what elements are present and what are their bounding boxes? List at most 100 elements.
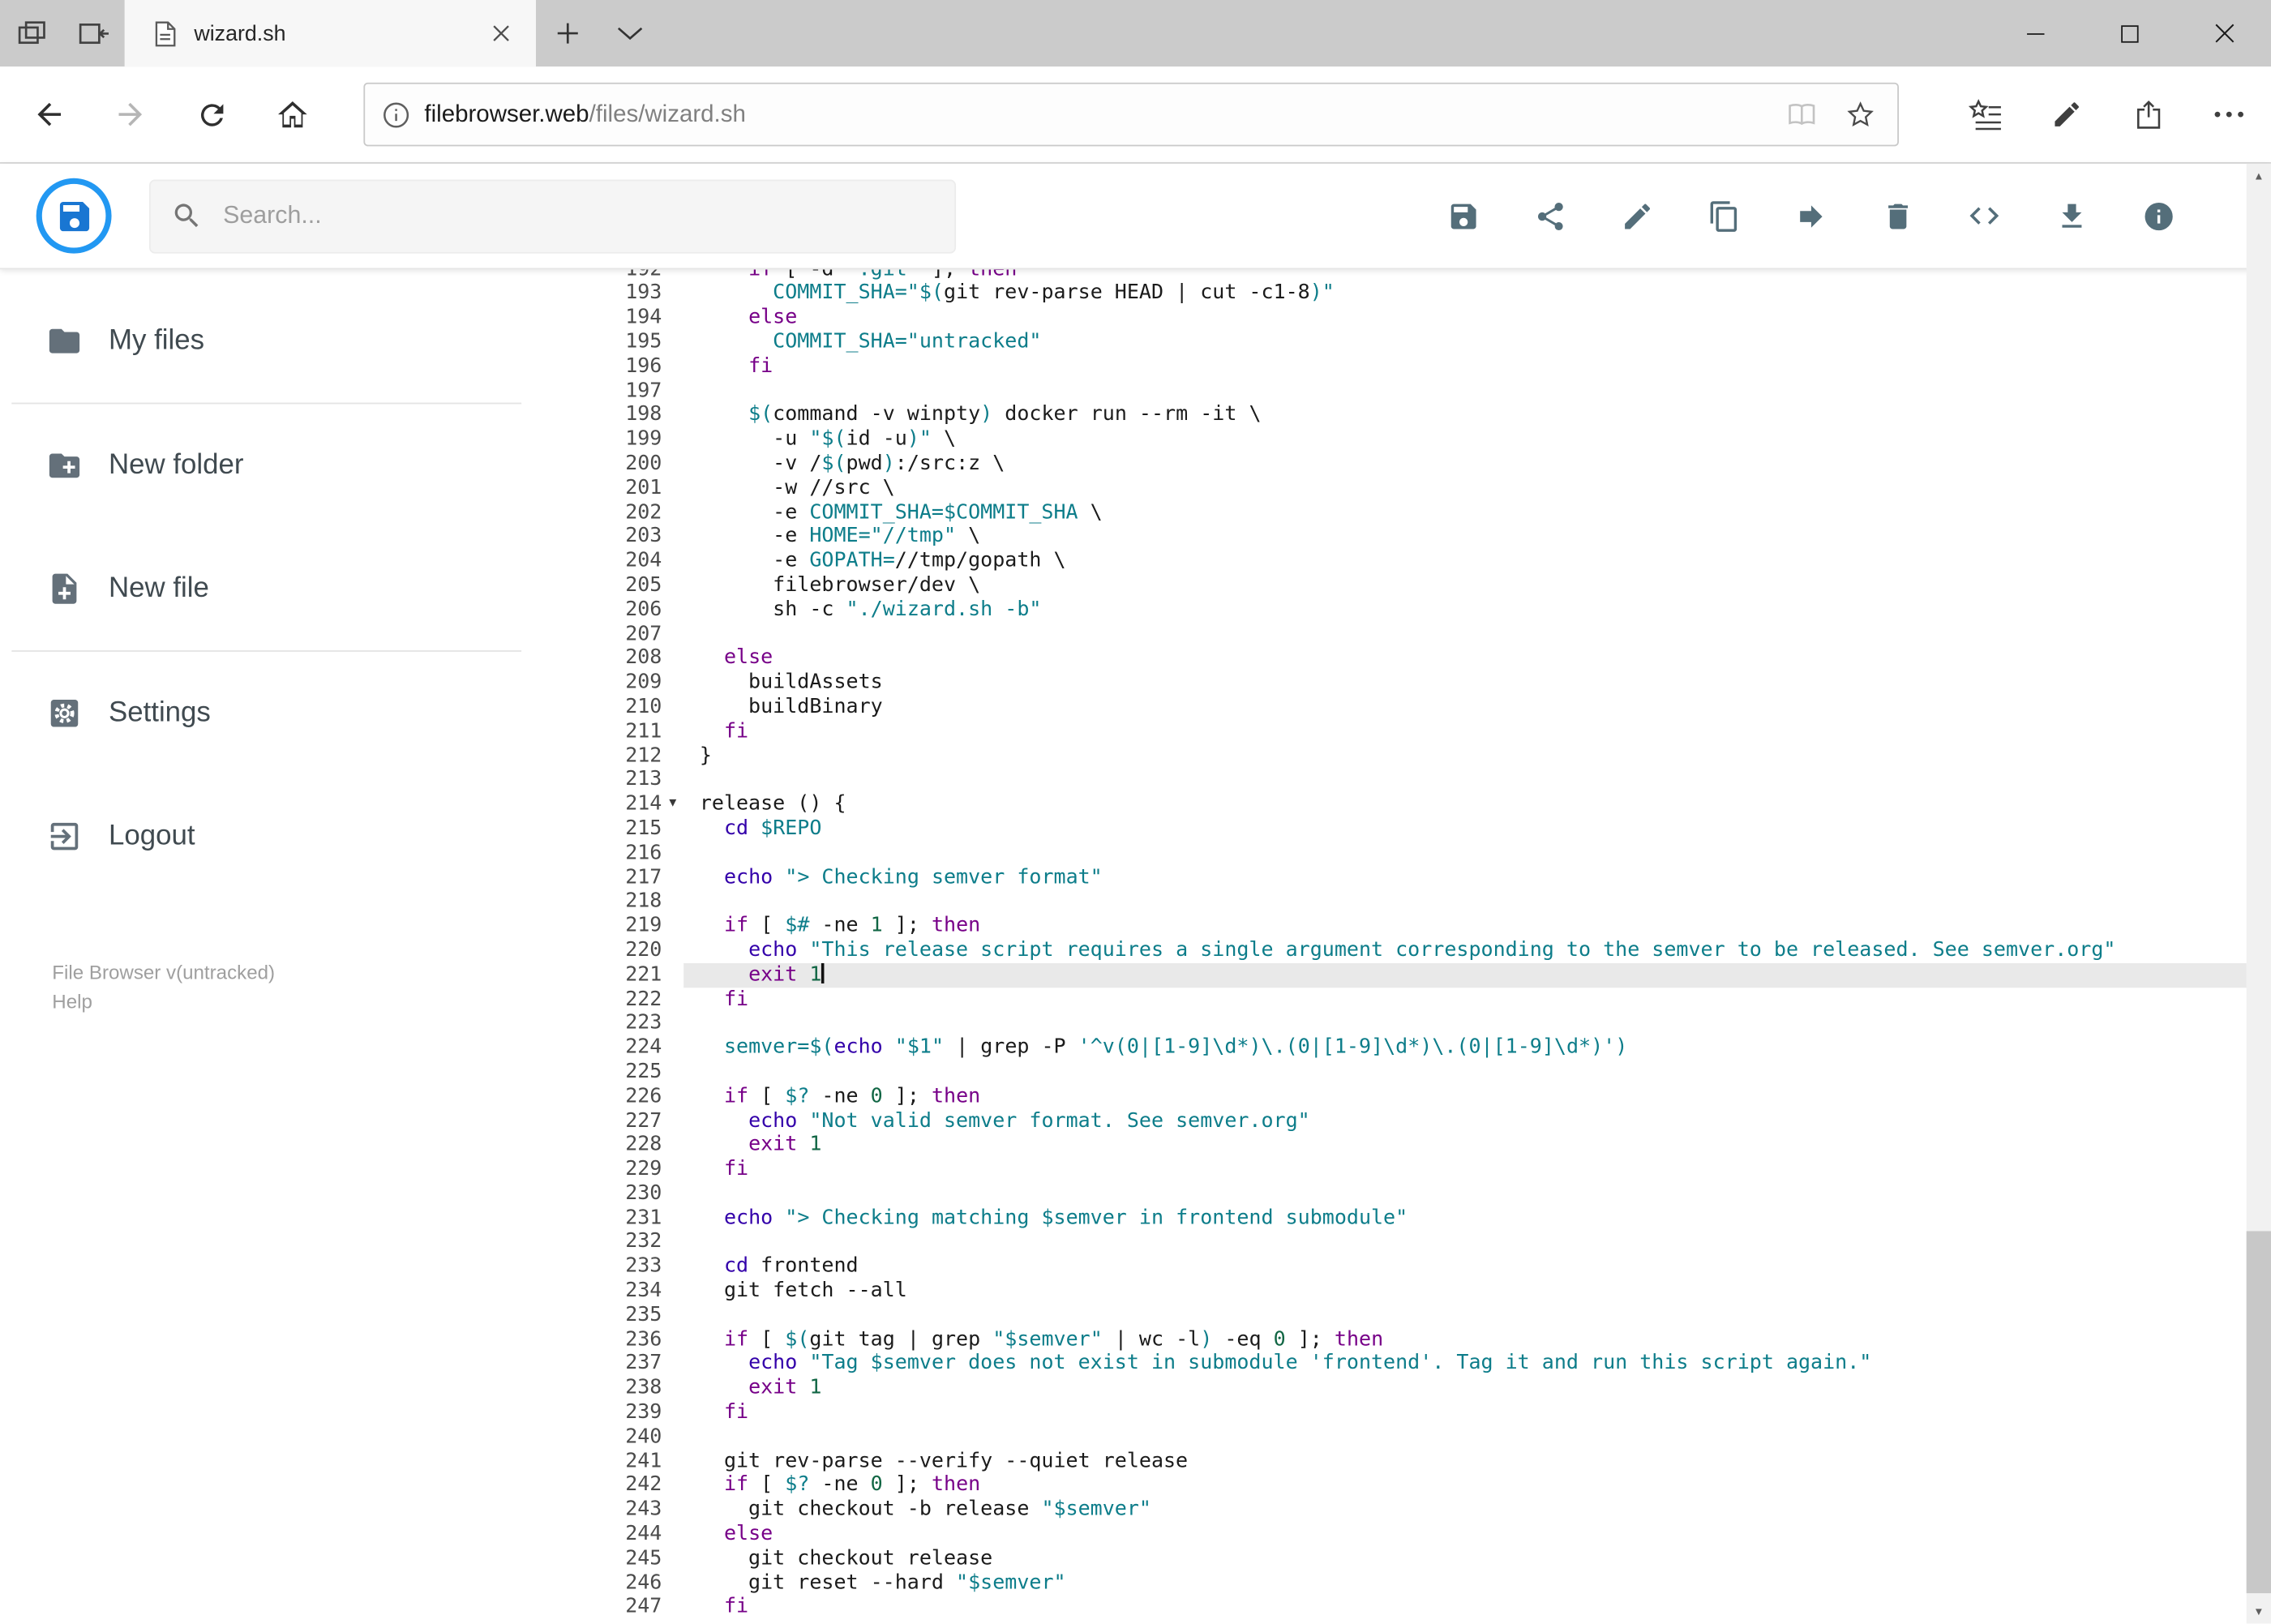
code-token[interactable] [700, 1108, 748, 1132]
code-token[interactable]: COMMIT_SHA= [809, 500, 944, 524]
code-token[interactable]: \ [956, 525, 980, 548]
scrollbar-up-button[interactable]: ▲ [2247, 164, 2271, 188]
code-line[interactable]: 241 git rev-parse --verify --quiet relea… [586, 1450, 2271, 1474]
code-text[interactable]: fi [683, 1158, 2271, 1182]
code-line[interactable]: 208 else [586, 646, 2271, 671]
code-line[interactable]: 214 ▾ release () { [586, 792, 2271, 816]
code-text[interactable] [683, 622, 2271, 646]
code-line[interactable]: 223 [586, 1011, 2271, 1035]
code-token[interactable]: -u [700, 427, 810, 451]
code-text[interactable]: buildBinary [683, 695, 2271, 719]
code-line[interactable]: 220 echo "This release script requires a… [586, 938, 2271, 962]
favorites-hub-button[interactable] [1945, 74, 2026, 155]
code-token[interactable] [700, 1474, 724, 1498]
code-token[interactable]: $? [785, 1474, 809, 1498]
code-token[interactable]: GOPATH= [809, 549, 894, 572]
code-token[interactable]: echo [748, 938, 797, 962]
code-token[interactable]: -ne [809, 1474, 870, 1498]
code-text[interactable] [683, 1060, 2271, 1084]
code-line[interactable]: 216 [586, 841, 2271, 865]
code-line[interactable]: 204 -e GOPATH=//tmp/gopath \ [586, 549, 2271, 573]
code-token[interactable] [797, 962, 809, 986]
code-line[interactable]: 222 fi [586, 987, 2271, 1011]
download-button[interactable] [2028, 163, 2115, 268]
code-token[interactable]: command -v winpty [773, 403, 980, 426]
code-text[interactable]: else [683, 306, 2271, 330]
code-line[interactable]: 199 -u "$(id -u)" \ [586, 427, 2271, 452]
code-token[interactable] [700, 816, 724, 840]
code-line[interactable]: 243 git checkout -b release "$semver" [586, 1498, 2271, 1523]
favorite-star-button[interactable] [1831, 85, 1888, 143]
code-token[interactable]: cd [724, 816, 748, 840]
code-token[interactable]: echo [724, 865, 773, 889]
code-line[interactable]: 203 -e HOME="//tmp" \ [586, 525, 2271, 549]
code-token[interactable]: 1 [809, 962, 821, 986]
fold-arrow-icon[interactable]: ▾ [662, 792, 683, 816]
code-token[interactable]: [ [748, 914, 785, 937]
code-line[interactable]: 213 [586, 768, 2271, 792]
code-text[interactable]: fi [683, 987, 2271, 1011]
code-token[interactable]: else [724, 1523, 773, 1546]
code-token[interactable]: ]; [883, 1474, 932, 1498]
code-token[interactable]: [ [748, 1474, 785, 1498]
code-line[interactable]: 215 cd $REPO [586, 816, 2271, 841]
code-token[interactable] [700, 1377, 748, 1400]
code-line[interactable]: 197 [586, 379, 2271, 403]
code-token[interactable]: ) [1615, 1035, 1627, 1059]
code-line[interactable]: 212} [586, 743, 2271, 768]
code-token[interactable]: \ [932, 427, 956, 451]
code-token[interactable]: $( [809, 1035, 833, 1059]
code-text[interactable]: echo "This release script requires a sin… [683, 938, 2271, 962]
code-line[interactable]: 206 sh -c "./wizard.sh -b" [586, 598, 2271, 622]
code-line[interactable]: 200 -v /$(pwd):/src:z \ [586, 452, 2271, 476]
code-text[interactable]: buildAssets [683, 671, 2271, 695]
code-token[interactable]: pwd [846, 452, 883, 475]
code-token[interactable] [700, 646, 724, 670]
code-text[interactable] [683, 1011, 2271, 1035]
code-token[interactable] [700, 1158, 724, 1181]
code-text[interactable]: else [683, 1523, 2271, 1547]
code-token[interactable] [700, 1523, 724, 1546]
sidebar-item-new-file[interactable]: New file [0, 527, 586, 650]
code-token[interactable]: "Not valid semver format. See semver.org… [809, 1108, 1309, 1132]
code-line[interactable]: 224 semver=$(echo "$1" | grep -P '^v(0|[… [586, 1035, 2271, 1060]
close-window-button[interactable] [2177, 0, 2271, 66]
tabs-set-aside-button[interactable] [0, 0, 62, 66]
code-token[interactable]: ) [1200, 1328, 1212, 1352]
code-token[interactable] [700, 281, 773, 305]
code-token[interactable] [700, 1133, 748, 1156]
code-line[interactable]: 226 if [ $? -ne 0 ]; then [586, 1084, 2271, 1108]
code-token[interactable] [700, 403, 748, 426]
code-line[interactable]: 205 filebrowser/dev \ [586, 573, 2271, 598]
code-token[interactable] [700, 1328, 724, 1352]
code-token[interactable]: 1 [809, 1133, 821, 1156]
code-token[interactable]: 1 [871, 914, 883, 937]
url-text[interactable]: filebrowser.web/files/wizard.sh [424, 101, 1772, 128]
code-line[interactable]: 193 COMMIT_SHA="$(git rev-parse HEAD | c… [586, 281, 2271, 306]
code-token[interactable]: 0 [871, 1084, 883, 1108]
code-token[interactable]: 0 [871, 1474, 883, 1498]
code-token[interactable]: if [724, 1328, 748, 1352]
more-options-button[interactable] [2188, 74, 2269, 155]
code-token[interactable] [797, 1108, 809, 1132]
code-text[interactable]: exit 1 [683, 1133, 2271, 1157]
delete-button[interactable] [1854, 163, 1941, 268]
code-token[interactable]: ".git" [846, 269, 919, 281]
browser-tab[interactable]: wizard.sh [124, 0, 536, 67]
code-line[interactable]: 198 $(command -v winpty) docker run --rm… [586, 403, 2271, 427]
code-token[interactable]: buildBinary [700, 695, 883, 718]
code-token[interactable]: fi [748, 354, 773, 378]
code-token[interactable]: ) [980, 403, 992, 426]
code-line[interactable]: 234 git fetch --all [586, 1279, 2271, 1304]
code-line[interactable]: 230 [586, 1182, 2271, 1206]
code-button[interactable] [1941, 163, 2028, 268]
code-text[interactable] [683, 1304, 2271, 1328]
code-line[interactable]: 219 if [ $# -ne 1 ]; then [586, 914, 2271, 938]
code-token[interactable]: "$semver" [956, 1571, 1066, 1595]
code-token[interactable]: -e [700, 525, 810, 548]
code-token[interactable]: if [724, 914, 748, 937]
code-token[interactable]: -eq [1212, 1328, 1273, 1352]
filebrowser-logo[interactable] [36, 178, 112, 254]
code-token[interactable]: //tmp/gopath \ [895, 549, 1066, 572]
code-line[interactable]: 236 if [ $(git tag | grep "$semver" | wc… [586, 1328, 2271, 1352]
